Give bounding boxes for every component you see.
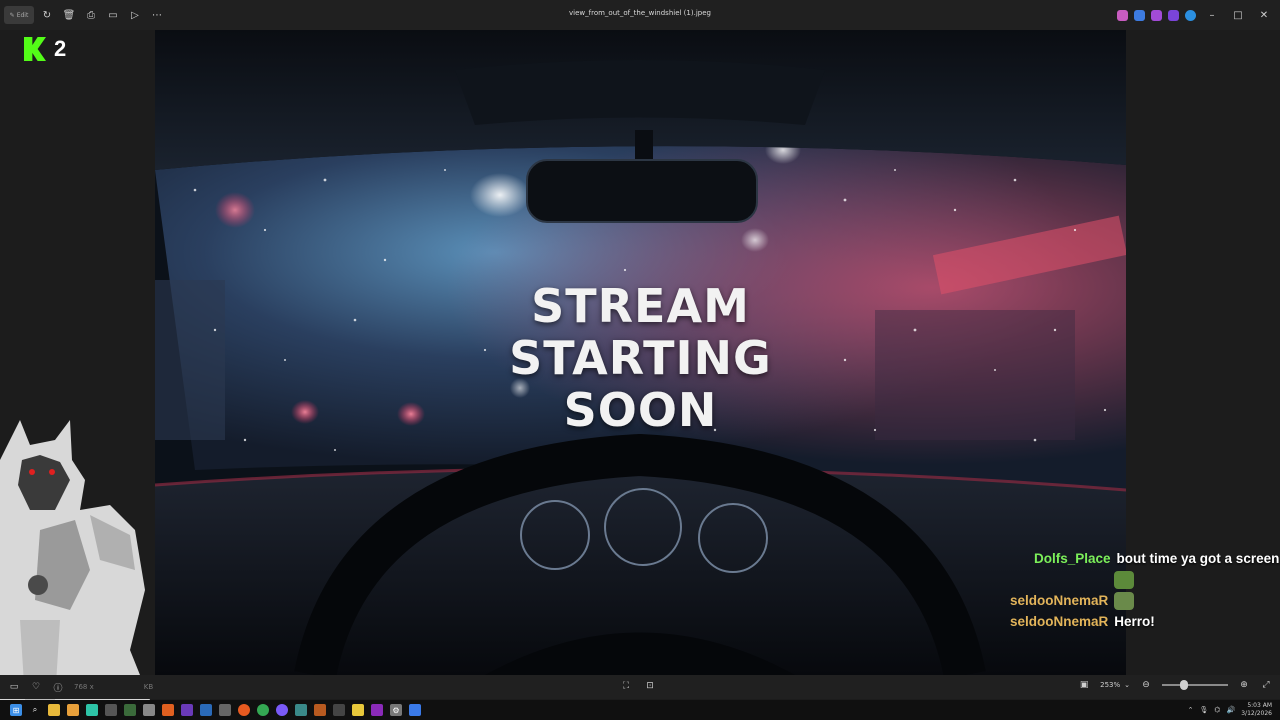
taskbar-apps: ⊞ ⌕ ⚙ [0, 704, 421, 716]
chat-message: seldooNnemaR [1010, 590, 1278, 611]
app-icon-dark[interactable] [219, 704, 231, 716]
app-icon-silver[interactable] [143, 704, 155, 716]
viewer-status-bar: ▭ ♡ ⓘ 768 x KB ⛶ ⊡ ▣ 253% ⌄ ⊖ ⊕ ⤢ [0, 675, 1280, 699]
app-icon-green[interactable] [124, 704, 136, 716]
title-bar: ✎ Edit ↻ 🗑 ⎙ ▭ ▷ ⋯ view_from_out_of_the_… [0, 0, 1280, 30]
app-icon-orange[interactable] [162, 704, 174, 716]
system-tray: ⌃ 🎙 ⌬ 🔊 5:03 AM 3/12/2026 [1188, 702, 1272, 718]
title-bar-right: – □ ✕ [1117, 6, 1274, 24]
image-dimensions: 768 x [74, 683, 94, 691]
stream-starting-headline: STREAM STARTING SOON [155, 280, 1126, 436]
volume-icon[interactable]: 🔊 [1227, 706, 1236, 714]
onedrive-icon[interactable] [1185, 9, 1196, 21]
settings-icon[interactable]: ⚙ [390, 704, 402, 716]
discord-icon[interactable] [276, 704, 288, 716]
compare-icon[interactable]: ▣ [1078, 679, 1090, 691]
zoom-level: 253% [1100, 681, 1121, 689]
kick-logo-icon [24, 37, 46, 61]
desktop-screen: ✎ Edit ↻ 🗑 ⎙ ▭ ▷ ⋯ view_from_out_of_the_… [0, 0, 1280, 720]
folder-icon[interactable] [67, 704, 79, 716]
firefox-icon[interactable] [238, 704, 250, 716]
app-icon-magenta[interactable] [371, 704, 383, 716]
filmstrip-icon[interactable]: ▭ [8, 681, 20, 693]
chrome-icon[interactable] [257, 704, 269, 716]
chat-text: bout time ya got a screen [1116, 551, 1280, 566]
slideshow-icon[interactable]: ▷ [126, 6, 144, 24]
app-icon-violet[interactable] [1168, 9, 1179, 21]
status-center: ⛶ ⊡ [620, 680, 656, 692]
microphone-icon[interactable]: 🎙 [1200, 706, 1209, 714]
file-explorer-icon[interactable] [48, 704, 60, 716]
chat-message: seldooNnemaR Herro! [1010, 611, 1278, 632]
chevron-up-icon[interactable]: ⌃ [1188, 706, 1194, 714]
image-viewport[interactable]: STREAM STARTING SOON [155, 30, 1126, 675]
close-button[interactable]: ✕ [1254, 6, 1274, 24]
minimize-button[interactable]: – [1202, 6, 1222, 24]
wolf-samurai-avatar [0, 420, 150, 700]
zoom-in-icon[interactable]: ⊕ [1238, 679, 1250, 691]
print-icon[interactable]: ⎙ [82, 6, 100, 24]
app-icon-gray[interactable] [105, 704, 117, 716]
chat-username: seldooNnemaR [1010, 593, 1109, 608]
file-size: KB [143, 683, 154, 691]
fit-window-icon[interactable]: ⛶ [620, 680, 632, 692]
edit-label: Edit [16, 11, 29, 19]
app-icon-blue[interactable] [1134, 9, 1145, 21]
copilot-icon[interactable] [1117, 9, 1128, 21]
chevron-down-icon: ⌄ [1124, 681, 1130, 689]
zoom-dropdown[interactable]: 253% ⌄ [1100, 681, 1130, 689]
app-icon-teal[interactable] [86, 704, 98, 716]
favorite-icon[interactable]: ♡ [30, 681, 42, 693]
edit-icon: ✎ [9, 11, 15, 19]
app-icon-purple[interactable] [1151, 9, 1162, 21]
chat-message [1010, 569, 1278, 590]
viewer-count-overlay: 2 [24, 36, 66, 62]
headline-line: STREAM [531, 279, 750, 333]
fullscreen-icon[interactable]: ⤢ [1260, 679, 1272, 691]
viewer-toolbar: ✎ Edit ↻ 🗑 ⎙ ▭ ▷ ⋯ [0, 6, 166, 24]
viewer-count: 2 [54, 36, 67, 61]
headline-line: SOON [563, 383, 718, 437]
headline-line: STARTING [509, 331, 772, 385]
chat-text: Herro! [1114, 614, 1155, 629]
app-icon-black[interactable] [333, 704, 345, 716]
app-icon-blue[interactable] [200, 704, 212, 716]
rotate-icon[interactable]: ↻ [38, 6, 56, 24]
edit-button[interactable]: ✎ Edit [4, 6, 34, 24]
windows-taskbar: ⊞ ⌕ ⚙ ⌃ 🎙 ⌬ 🔊 5:03 AM 3/12/2026 [0, 700, 1280, 720]
clock-date: 3/12/2026 [1241, 710, 1272, 717]
app-icon-photos[interactable] [409, 704, 421, 716]
frog-emote-icon [1114, 591, 1135, 610]
clock-time: 5:03 AM [1247, 702, 1272, 709]
chat-message: Dolfs_Place bout time ya got a screen [1034, 548, 1280, 569]
zoom-slider-thumb[interactable] [1179, 680, 1188, 690]
app-icon-yellow[interactable] [352, 704, 364, 716]
network-icon[interactable]: ⌬ [1214, 706, 1220, 714]
app-icon-brown[interactable] [314, 704, 326, 716]
chat-username: seldooNnemaR [1010, 614, 1109, 629]
maximize-button[interactable]: □ [1228, 6, 1248, 24]
frog-emote-icon [1114, 570, 1134, 589]
search-icon[interactable]: ⌕ [29, 704, 41, 716]
info-icon[interactable]: ⓘ [52, 681, 64, 694]
app-icon-violet[interactable] [181, 704, 193, 716]
taskbar-clock[interactable]: 5:03 AM 3/12/2026 [1241, 702, 1272, 718]
chat-username: Dolfs_Place [1034, 551, 1111, 566]
app-icon-cyan[interactable] [295, 704, 307, 716]
zoom-out-icon[interactable]: ⊖ [1140, 679, 1152, 691]
status-right: ▣ 253% ⌄ ⊖ ⊕ ⤢ [1078, 679, 1272, 691]
zoom-slider[interactable] [1162, 680, 1228, 690]
status-left: ▭ ♡ ⓘ 768 x KB [0, 681, 154, 694]
more-icon[interactable]: ⋯ [148, 6, 166, 24]
folder-icon[interactable]: ▭ [104, 6, 122, 24]
actual-size-icon[interactable]: ⊡ [644, 680, 656, 692]
delete-icon[interactable]: 🗑 [60, 6, 78, 24]
chat-overlay: Dolfs_Place bout time ya got a screen se… [1010, 548, 1280, 632]
start-icon[interactable]: ⊞ [10, 704, 22, 716]
window-title: view_from_out_of_the_windshiel (1).jpeg [569, 9, 711, 17]
